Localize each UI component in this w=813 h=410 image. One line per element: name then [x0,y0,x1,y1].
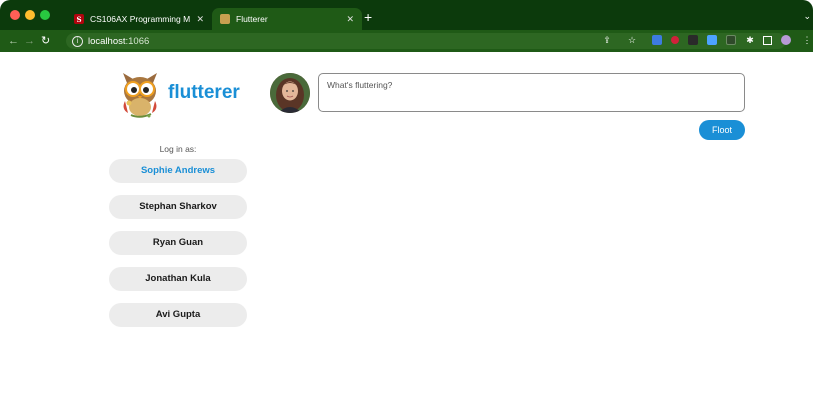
browser-window: S CS106AX Programming Metho ✕ Flutterer … [0,0,813,410]
page-content: flutterer Log in as: Sophie Andrews Step… [0,52,813,410]
back-arrow-icon[interactable]: ← [8,34,19,48]
user-button-jonathan-kula[interactable]: Jonathan Kula [109,267,247,291]
info-icon[interactable]: i [72,35,83,47]
extension-red-icon[interactable] [671,36,679,44]
close-icon[interactable]: ✕ [196,14,204,25]
stanford-icon: S [74,14,84,24]
maximize-window-button[interactable] [40,10,50,20]
user-button-stephan-sharkov[interactable]: Stephan Sharkov [109,195,247,219]
user-photo-icon [270,73,310,113]
floot-button[interactable]: Floot [699,120,745,140]
post-composer-input[interactable]: What's fluttering? [318,73,745,112]
profile-avatar-icon[interactable] [781,35,791,45]
brand-name: flutterer [168,82,240,103]
forward-arrow-icon[interactable]: → [24,34,35,48]
new-tab-button[interactable]: + [364,10,372,24]
extension-terminal-icon[interactable] [726,35,736,45]
reload-icon[interactable]: ↻ [41,34,50,48]
user-button-sophie-andrews[interactable]: Sophie Andrews [109,159,247,183]
puzzle-icon[interactable]: ✱ [745,35,755,45]
url-host: localhost [88,35,126,47]
extension-blue-icon[interactable] [652,35,662,45]
close-icon[interactable]: ✕ [346,14,354,25]
share-icon[interactable]: ⇪ [602,35,612,45]
tab-cs106ax[interactable]: S CS106AX Programming Metho ✕ [66,8,212,30]
url-text: localhost:1066 [88,36,149,47]
avatar [270,73,310,113]
user-button-avi-gupta[interactable]: Avi Gupta [109,303,247,327]
login-label: Log in as: [159,144,197,154]
tab-flutterer[interactable]: Flutterer ✕ [212,8,362,30]
sidebar-icon[interactable] [763,36,772,45]
user-button-ryan-guan[interactable]: Ryan Guan [109,231,247,255]
tab-search-chevron-icon[interactable]: ⌄ [803,11,811,22]
tab-title: CS106AX Programming Metho [90,14,191,24]
tab-strip: S CS106AX Programming Metho ✕ Flutterer … [0,0,813,30]
bookmark-star-icon[interactable]: ☆ [627,35,637,45]
more-menu-icon[interactable]: ⋮ [802,35,812,45]
close-window-button[interactable] [10,10,20,20]
owl-icon [220,14,230,24]
browser-toolbar: ← → ↻ i localhost:1066 ⇪ ☆ ✱ ⋮ [0,30,813,52]
tab-title: Flutterer [236,14,268,24]
url-port: :1066 [125,35,150,47]
extension-dark-icon[interactable] [688,35,698,45]
extension-screen-icon[interactable] [707,35,717,45]
minimize-window-button[interactable] [25,10,35,20]
owl-logo-icon [123,73,157,118]
